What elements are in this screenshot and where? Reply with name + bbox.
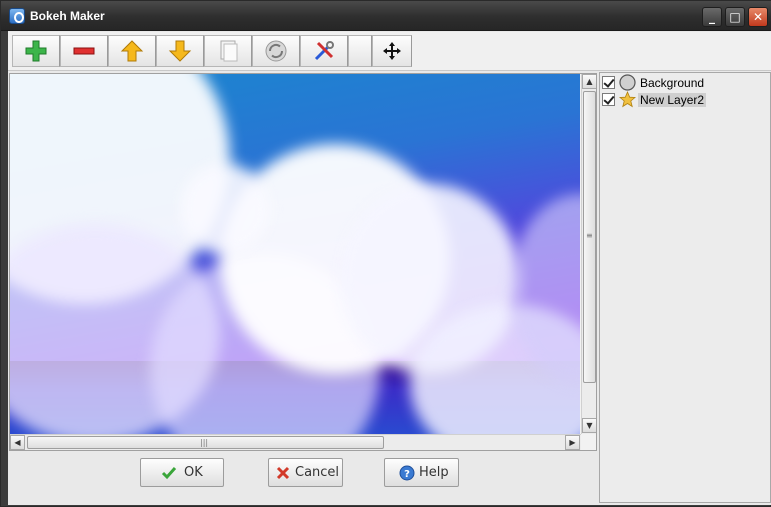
remove-layer-button[interactable] (60, 35, 108, 67)
help-label: Help (419, 465, 449, 480)
x-icon (276, 466, 290, 480)
layer-item-new-layer2[interactable]: New Layer2 (602, 91, 770, 108)
refresh-icon (265, 40, 287, 62)
circle-icon (619, 74, 636, 91)
add-layer-button[interactable] (12, 35, 60, 67)
horizontal-grip: ||| (200, 438, 209, 447)
arrow-up-icon (120, 40, 144, 62)
bokeh-preview-canvas[interactable] (10, 74, 580, 434)
maximize-button[interactable]: □ (725, 7, 745, 27)
vertical-scrollbar[interactable]: ▲ ≡ ▼ (581, 74, 596, 434)
scroll-right-button[interactable]: ▶ (565, 435, 580, 450)
settings-button[interactable] (300, 35, 348, 67)
svg-text:?: ? (404, 469, 410, 480)
blank-toolbar-button[interactable] (348, 35, 372, 67)
cancel-button[interactable]: Cancel (268, 458, 343, 487)
move-down-button[interactable] (156, 35, 204, 67)
scroll-left-button[interactable]: ◀ (10, 435, 25, 450)
scroll-up-button[interactable]: ▲ (582, 74, 596, 89)
window-title: Bokeh Maker (30, 9, 105, 23)
help-icon: ? (399, 465, 415, 481)
dialog-body: ▲ ≡ ▼ ◀ ||| ▶ OK Cancel ? Help Backgroun… (8, 31, 771, 505)
app-icon (9, 8, 25, 24)
help-button[interactable]: ? Help (384, 458, 459, 487)
tools-icon (314, 41, 334, 61)
move-button[interactable] (372, 35, 412, 67)
scroll-down-button[interactable]: ▼ (582, 418, 596, 433)
checkmark-icon (161, 467, 177, 480)
minus-icon (73, 47, 95, 55)
pages-icon (220, 40, 238, 62)
layer-name: New Layer2 (638, 93, 707, 107)
star-icon (619, 91, 636, 108)
layers-panel: Background New Layer2 (599, 72, 771, 503)
bokeh-maker-window: Bokeh Maker _ □ ✕ ▲ ≡ ▼ ◀ ||| ▶ OK Cance… (0, 0, 771, 507)
plus-icon (25, 40, 47, 62)
bokeh-circle (180, 164, 270, 254)
vertical-grip: ≡ (586, 231, 593, 240)
ok-button[interactable]: OK (140, 458, 224, 487)
arrow-down-icon (168, 40, 192, 62)
toolbar (8, 32, 771, 71)
horizontal-scrollbar[interactable]: ◀ ||| ▶ (10, 434, 581, 450)
cancel-label: Cancel (295, 465, 340, 480)
duplicate-button[interactable] (204, 35, 252, 67)
ok-label: OK (184, 465, 203, 480)
layer-visibility-checkbox[interactable] (602, 76, 615, 89)
layer-visibility-checkbox[interactable] (602, 93, 615, 106)
title-bar[interactable]: Bokeh Maker _ □ ✕ (1, 1, 771, 31)
layer-item-background[interactable]: Background (602, 74, 770, 91)
move-up-button[interactable] (108, 35, 156, 67)
vertical-scroll-thumb[interactable]: ≡ (583, 91, 596, 383)
refresh-button[interactable] (252, 35, 300, 67)
horizontal-scroll-thumb[interactable]: ||| (27, 436, 384, 449)
move-icon (383, 42, 401, 60)
close-button[interactable]: ✕ (748, 7, 768, 27)
layer-name: Background (640, 76, 705, 90)
preview-panel: ▲ ≡ ▼ ◀ ||| ▶ (9, 73, 597, 451)
minimize-button[interactable]: _ (702, 7, 722, 27)
